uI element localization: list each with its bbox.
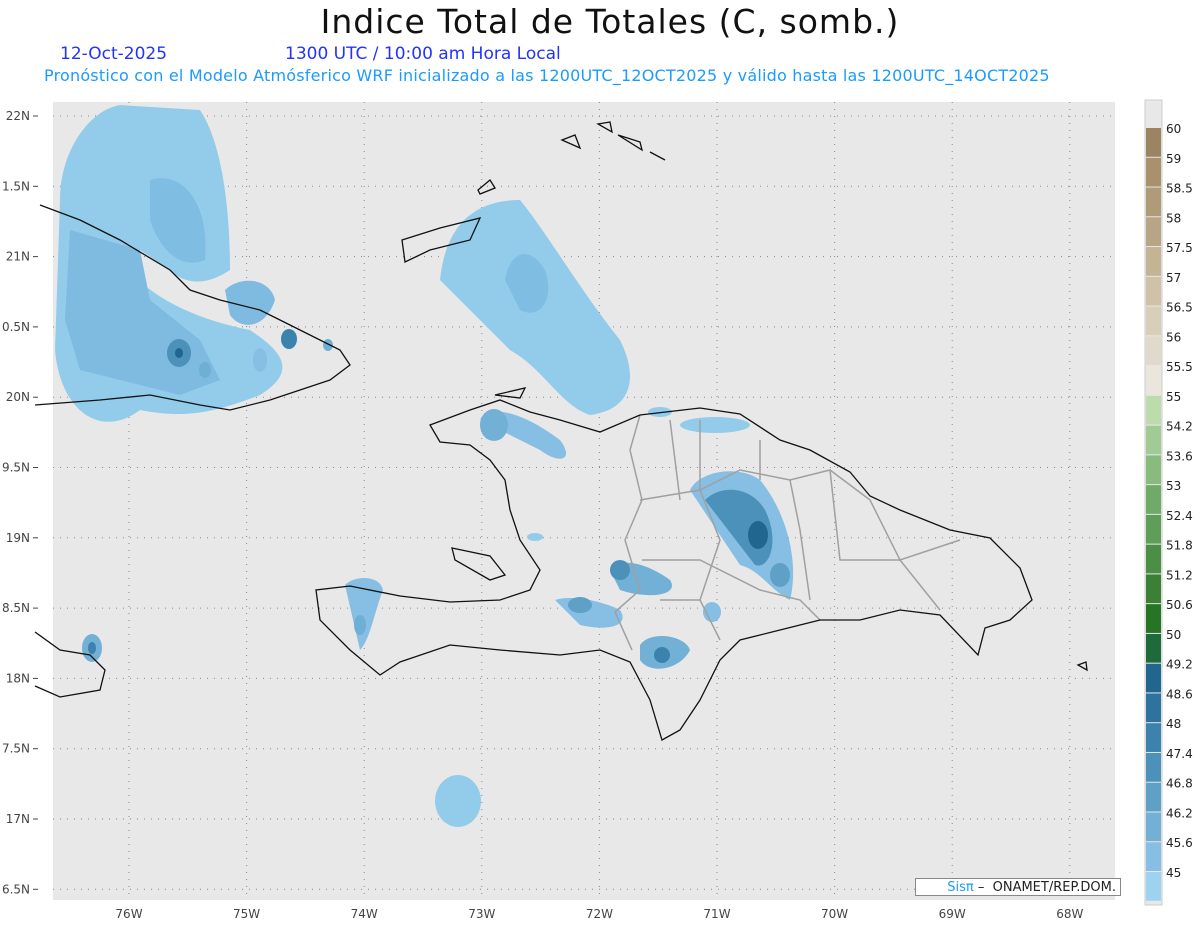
legend-swatch [1146,395,1161,425]
legend-label: 51.2 [1166,568,1193,582]
legend-label: 50 [1166,628,1181,642]
legend-swatch [1146,752,1161,782]
legend-swatch [1146,247,1161,276]
legend-swatch [1146,604,1161,633]
legend-swatch [1146,276,1161,306]
legend-swatch [1146,544,1161,574]
legend-swatch [1146,485,1161,514]
lat-tick-label: 0.5N [2,320,30,334]
lat-tick-label: 19N [6,531,30,545]
lat-tick-label: 1.5N [2,179,30,193]
legend-label: 54.2 [1166,420,1193,434]
legend-label: 58.5 [1166,182,1193,196]
credit-box: Sisπ – ONAMET/REP.DOM. [915,878,1121,896]
legend-label: 53 [1166,479,1181,493]
legend-swatch [1146,336,1161,366]
legend-label: 58 [1166,211,1181,225]
legend-label: 52.4 [1166,509,1193,523]
lon-tick-label: 72W [586,907,613,921]
legend-swatch [1146,425,1161,455]
legend-swatch [1146,872,1161,901]
color-legend: 60 59 58.5 58 57.5 57 56.5 56 55.5 55 54.2 53.6 53 52… [1146,122,1193,901]
credit-separator: – [977,880,985,895]
legend-label: 60 [1166,122,1181,136]
legend-swatch [1146,128,1161,157]
legend-swatch [1146,187,1161,217]
legend-swatch [1146,306,1161,336]
legend-label: 50.6 [1166,598,1193,612]
legend-label: 56.5 [1166,301,1193,315]
legend-label: 48 [1166,717,1181,731]
legend-swatch [1146,514,1161,544]
forecast-map: 60 59 58.5 58 57.5 57 56.5 56 55.5 55 54.2 53.6 53 52… [2,99,1193,921]
legend-swatch [1146,782,1161,812]
lat-tick-label: 20N [6,390,30,404]
lat-tick-label: 18N [6,671,30,685]
legend-swatch [1146,217,1161,247]
legend-swatch [1146,633,1161,663]
legend-label: 56 [1166,330,1181,344]
lon-tick-label: 71W [703,907,730,921]
legend-label: 55.5 [1166,360,1193,374]
lon-tick-label: 69W [939,907,966,921]
legend-label: 59 [1166,152,1181,166]
legend-label: 45 [1166,866,1181,880]
legend-label: 46.8 [1166,777,1193,791]
legend-label: 53.6 [1166,449,1193,463]
legend-swatch [1146,723,1161,752]
legend-label: 48.6 [1166,687,1193,701]
lat-tick-label: 6.5N [2,882,30,896]
lat-tick-label: 17N [6,812,30,826]
legend-label: 47.4 [1166,747,1193,761]
lon-tick-label: 73W [468,907,495,921]
lat-tick-label: 7.5N [2,742,30,756]
legend-swatch [1146,663,1161,693]
sispi-logo: Sisπ [947,880,974,895]
legend-swatch [1146,812,1161,842]
lat-tick-label: 21N [6,250,30,264]
legend-label: 57.5 [1166,241,1193,255]
lat-tick-label: 8.5N [2,601,30,615]
lon-tick-label: 68W [1056,907,1083,921]
legend-swatch [1146,574,1161,604]
legend-swatch [1146,366,1161,395]
lon-tick-label: 70W [821,907,848,921]
legend-label: 49.2 [1166,658,1193,672]
legend-swatch [1146,693,1161,723]
legend-label: 55 [1166,390,1181,404]
legend-swatch [1146,455,1161,485]
credit-org: ONAMET/REP.DOM. [992,880,1116,895]
lat-tick-label: 9.5N [2,461,30,475]
legend-swatch [1146,157,1161,187]
lon-tick-label: 75W [233,907,260,921]
legend-label: 51.8 [1166,539,1193,553]
legend-label: 57 [1166,271,1181,285]
lon-tick-label: 76W [115,907,142,921]
legend-swatch [1146,842,1161,871]
legend-label: 45.6 [1166,836,1193,850]
lon-tick-label: 74W [351,907,378,921]
legend-label: 46.2 [1166,806,1193,820]
lat-tick-label: 22N [6,109,30,123]
